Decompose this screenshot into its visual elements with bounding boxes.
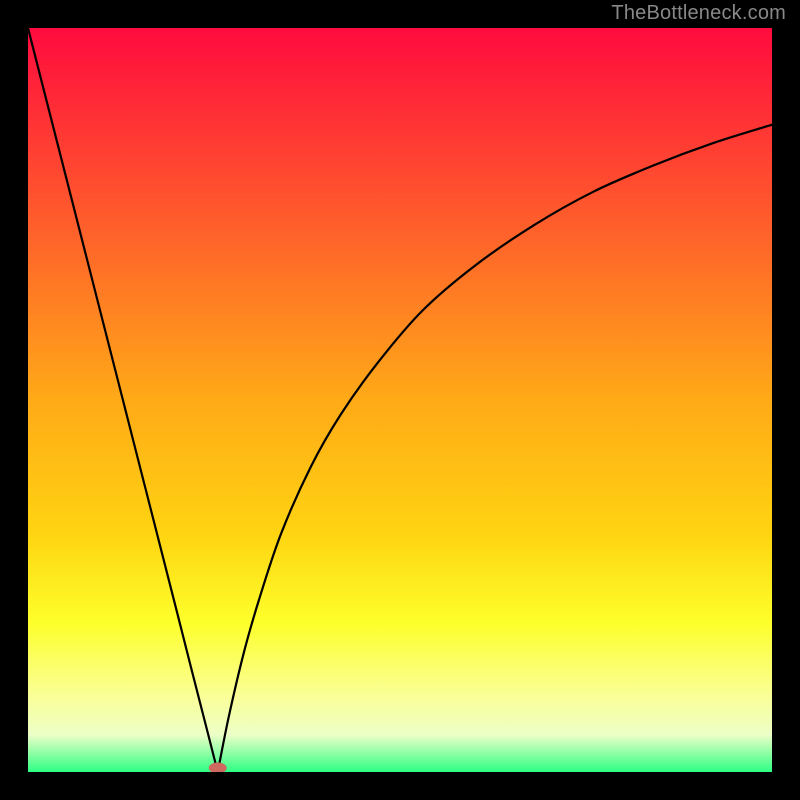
chart-svg: [28, 28, 772, 772]
chart-frame: TheBottleneck.com: [0, 0, 800, 800]
plot-area: [28, 28, 772, 772]
gradient-background: [28, 28, 772, 772]
watermark-text: TheBottleneck.com: [611, 2, 786, 25]
